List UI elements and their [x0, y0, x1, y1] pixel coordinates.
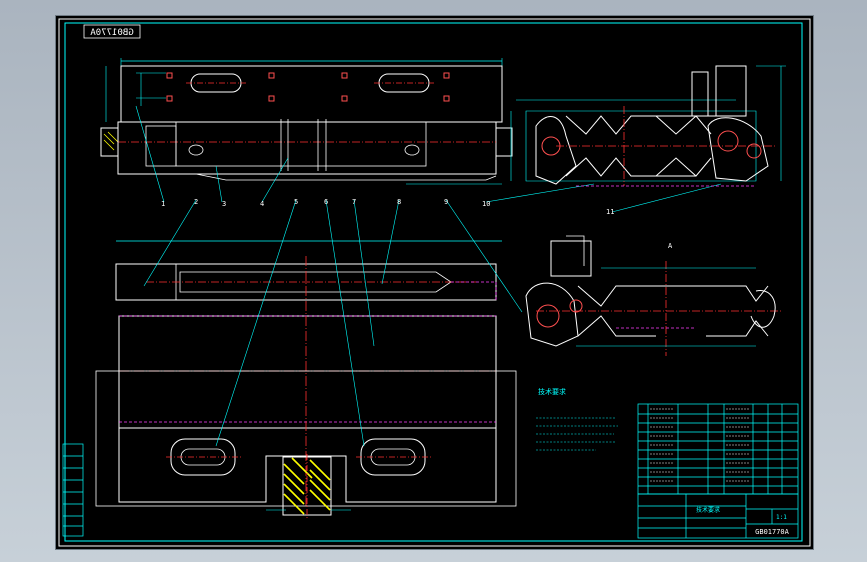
- svg-text:A: A: [668, 242, 673, 250]
- svg-text:技术要求: 技术要求: [696, 506, 720, 514]
- svg-text:技术要求: 技术要求: [538, 387, 566, 396]
- svg-text:7: 7: [352, 198, 356, 206]
- front-view: [100, 58, 513, 185]
- svg-text:1:1: 1:1: [776, 514, 787, 521]
- svg-text:5: 5: [294, 198, 298, 206]
- callout-leaders: [135, 105, 722, 447]
- svg-text:11: 11: [606, 208, 614, 216]
- svg-text:10: 10: [482, 200, 490, 208]
- svg-text:4: 4: [260, 200, 264, 208]
- bill-of-materials: [637, 403, 799, 495]
- side-view-bottom: A: [525, 235, 781, 356]
- svg-text:8: 8: [397, 198, 401, 206]
- svg-text:GB01770A: GB01770A: [755, 528, 790, 536]
- side-view-top: [510, 65, 786, 187]
- cad-drawing-canvas[interactable]: GB01770A 1 2 3 4 5 6 7 8 9 10 11 A 技术要求 …: [56, 16, 813, 549]
- svg-text:1: 1: [161, 200, 165, 208]
- drawing-sheet[interactable]: GB01770A 1 2 3 4 5 6 7 8 9 10 11 A 技术要求 …: [55, 15, 814, 550]
- svg-text:9: 9: [444, 198, 448, 206]
- technical-requirements: 技术要求: [536, 387, 618, 451]
- plan-view: [95, 240, 517, 518]
- callout-labels: 1 2 3 4 5 6 7 8 9 10 11: [161, 198, 614, 216]
- svg-text:2: 2: [194, 198, 198, 206]
- title-block-text: 技术要求 1:1 GB01770A: [696, 506, 790, 536]
- bom-fill-lines: [650, 408, 750, 482]
- svg-text:6: 6: [324, 198, 328, 206]
- left-margin-table: [62, 443, 84, 537]
- mirrored-drawing-number: GB01770A: [83, 24, 141, 39]
- svg-text:3: 3: [222, 200, 226, 208]
- cad-viewer-window: GB01770A 1 2 3 4 5 6 7 8 9 10 11 A 技术要求 …: [0, 0, 867, 562]
- svg-text:GB01770A: GB01770A: [90, 28, 134, 38]
